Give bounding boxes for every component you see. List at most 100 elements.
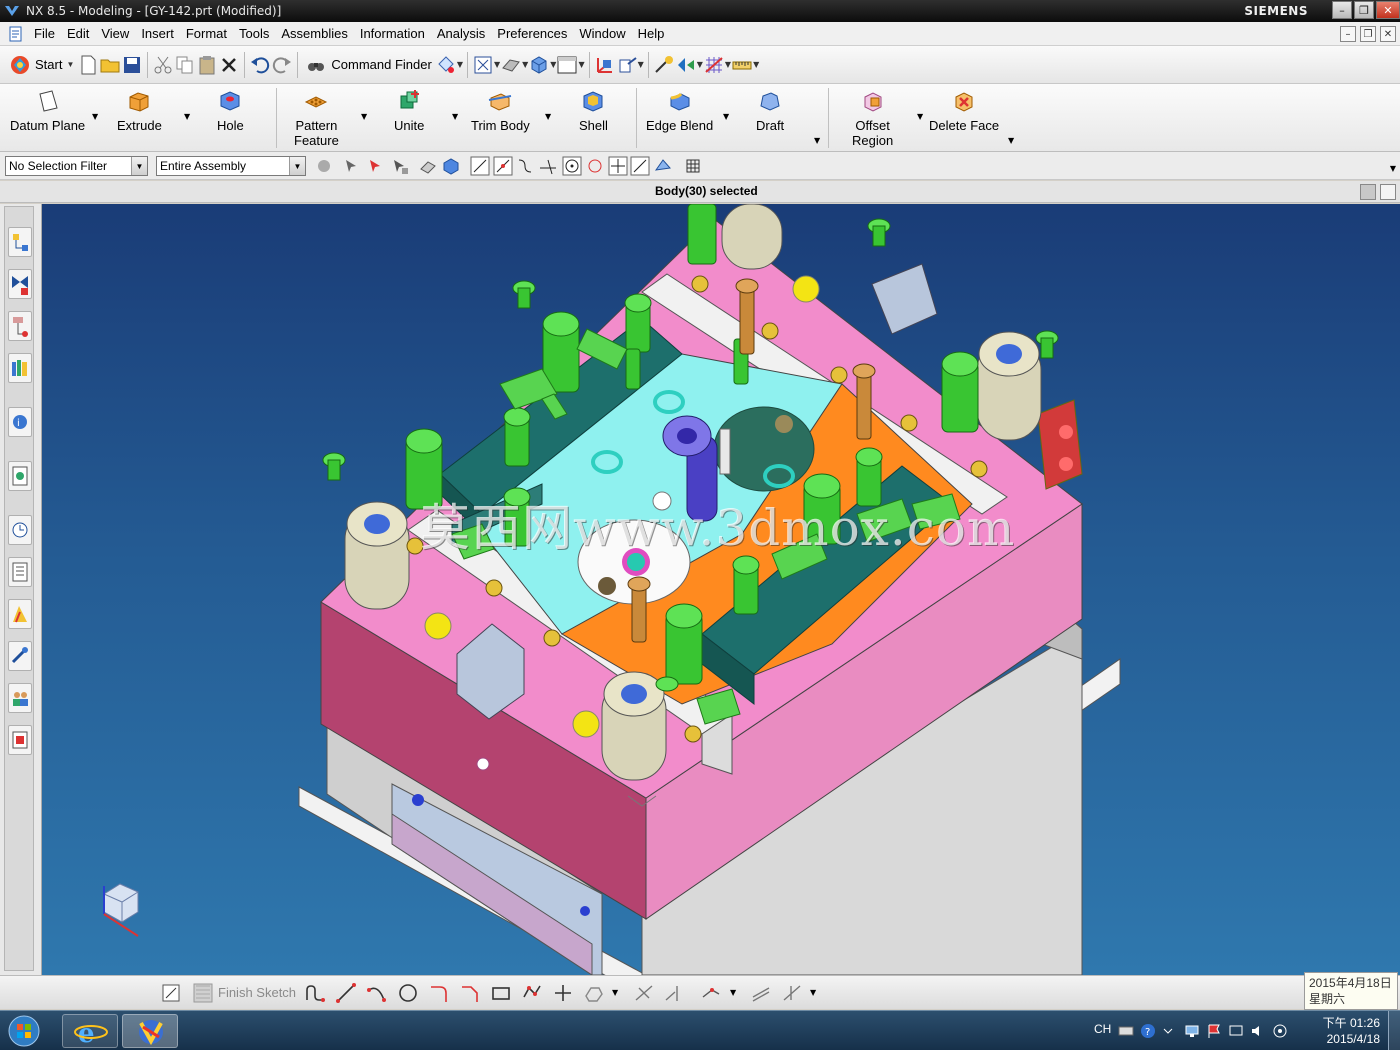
point-icon[interactable] <box>552 982 574 1004</box>
keyboard-icon[interactable] <box>1118 1023 1134 1039</box>
snap-point-icon[interactable] <box>435 54 457 76</box>
polygon-icon[interactable] <box>521 982 543 1004</box>
mold-assembly-model[interactable] <box>42 204 1400 975</box>
clock-time[interactable]: 下午 01:26 <box>1323 1014 1380 1031</box>
menu-tools[interactable]: Tools <box>233 26 275 41</box>
view-triad-icon[interactable] <box>94 876 150 942</box>
guide-bushing[interactable] <box>344 501 410 610</box>
dropdown-caret[interactable]: ▼ <box>723 112 729 121</box>
select-face-icon[interactable] <box>390 156 410 176</box>
full-screen-icon[interactable] <box>1380 184 1396 200</box>
draft-button[interactable]: Draft <box>756 88 784 133</box>
menu-file[interactable]: File <box>28 26 61 41</box>
new-file-icon[interactable] <box>77 54 99 76</box>
history-icon[interactable] <box>8 515 32 545</box>
selection-scope-select[interactable]: Entire Assembly ▼ <box>156 156 306 176</box>
type-filter-select[interactable]: No Selection Filter ▼ <box>5 156 148 176</box>
finish-sketch-button[interactable]: Finish Sketch <box>218 985 296 1000</box>
shell-button[interactable]: Shell <box>579 88 608 133</box>
grid-icon[interactable] <box>703 54 725 76</box>
open-folder-icon[interactable] <box>99 54 121 76</box>
edge-blend-button[interactable]: Edge Blend <box>646 88 713 133</box>
menu-information[interactable]: Information <box>354 26 431 41</box>
snap-quadrant-icon[interactable] <box>585 156 605 176</box>
show-desktop-button[interactable] <box>1388 1011 1400 1050</box>
dropdown-caret[interactable]: ▼ <box>814 136 820 145</box>
hd3d-tools-icon[interactable]: i <box>8 407 32 437</box>
grid-snap-icon[interactable] <box>683 156 703 176</box>
circle-icon[interactable] <box>397 982 419 1004</box>
dropdown-caret[interactable]: ▼ <box>361 112 367 121</box>
doc-close-button[interactable]: ✕ <box>1380 26 1396 42</box>
move-icon[interactable] <box>616 54 638 76</box>
snap-point-on-surface-icon[interactable] <box>630 156 650 176</box>
finish-sketch-icon[interactable] <box>192 982 214 1004</box>
arc-icon[interactable] <box>366 982 388 1004</box>
restore-button[interactable]: ❐ <box>1354 1 1374 19</box>
doc-restore-button[interactable]: ❐ <box>1360 26 1376 42</box>
assembly-navigator-icon[interactable] <box>8 227 32 257</box>
windows-start-icon[interactable] <box>4 1013 44 1049</box>
offset-region-button[interactable]: Offset Region <box>852 88 893 148</box>
analysis-icon[interactable] <box>675 54 697 76</box>
dropdown-caret[interactable]: ▼ <box>612 988 618 997</box>
cut-icon[interactable] <box>152 54 174 76</box>
dropdown-caret[interactable]: ▼ <box>1008 136 1014 145</box>
fit-view-icon[interactable] <box>472 54 494 76</box>
snap-endpoint-icon[interactable] <box>470 156 490 176</box>
eraser-icon[interactable] <box>418 156 438 176</box>
status-panel-icon[interactable] <box>1360 184 1376 200</box>
select-feature-icon[interactable] <box>342 156 362 176</box>
chevron-down-icon[interactable]: ▼ <box>131 157 147 175</box>
volume-icon[interactable] <box>1250 1023 1266 1039</box>
dropdown-caret[interactable]: ▼ <box>545 112 551 121</box>
extrude-button[interactable]: Extrude <box>117 88 162 133</box>
wcs-icon[interactable] <box>594 54 616 76</box>
guide-bushing[interactable] <box>976 331 1042 441</box>
select-body-icon[interactable] <box>366 156 386 176</box>
clock-date[interactable]: 2015/4/18 <box>1327 1032 1380 1046</box>
menu-preferences[interactable]: Preferences <box>491 26 573 41</box>
delete-face-button[interactable]: Delete Face <box>929 88 999 133</box>
dropdown-caret[interactable]: ▼ <box>184 112 190 121</box>
dimension-icon[interactable] <box>781 982 803 1004</box>
background-icon[interactable] <box>556 54 578 76</box>
chevron-down-icon[interactable]: ▼ <box>289 157 305 175</box>
taskbar-internet-explorer[interactable]: e <box>62 1014 118 1049</box>
menu-analysis[interactable]: Analysis <box>431 26 491 41</box>
menu-window[interactable]: Window <box>573 26 631 41</box>
profile-icon[interactable] <box>304 982 326 1004</box>
snap-intersection-icon[interactable] <box>538 156 558 176</box>
web-browser-icon[interactable] <box>8 461 32 491</box>
roles-icon[interactable] <box>8 683 32 713</box>
dropdown-caret[interactable]: ▼ <box>810 988 816 997</box>
dropdown-caret[interactable]: ▼ <box>917 112 923 121</box>
copy-icon[interactable] <box>174 54 196 76</box>
constraint-navigator-icon[interactable] <box>8 269 32 299</box>
display-icon[interactable] <box>1228 1023 1244 1039</box>
reuse-library-icon[interactable] <box>8 353 32 383</box>
dropdown-caret[interactable]: ▼ <box>457 60 463 69</box>
snap-center-icon[interactable] <box>562 156 582 176</box>
guide-bushing[interactable] <box>721 204 783 270</box>
sketch-icon[interactable] <box>160 982 182 1004</box>
language-indicator[interactable]: CH <box>1094 1022 1111 1036</box>
fillet-icon[interactable] <box>428 982 450 1004</box>
interlock-right[interactable] <box>871 263 938 335</box>
system-scenes-icon[interactable] <box>8 725 32 755</box>
rectangle-icon[interactable] <box>490 982 512 1004</box>
start-button[interactable]: Start ▼ <box>6 50 77 80</box>
minimize-button[interactable]: – <box>1332 1 1352 19</box>
command-finder-button[interactable]: Command Finder <box>302 50 434 80</box>
process-studio-icon[interactable] <box>8 599 32 629</box>
make-corner-icon[interactable] <box>700 982 722 1004</box>
dropdown-caret[interactable]: ▼ <box>638 60 644 69</box>
paste-icon[interactable] <box>196 54 218 76</box>
solid-body-icon[interactable] <box>441 156 461 176</box>
quick-extend-icon[interactable] <box>663 982 685 1004</box>
taskbar-nx-app[interactable] <box>122 1014 178 1048</box>
filter-reset-icon[interactable] <box>314 156 334 176</box>
water-connector[interactable] <box>1037 399 1083 490</box>
quick-trim-icon[interactable] <box>633 982 655 1004</box>
undo-icon[interactable] <box>249 54 271 76</box>
